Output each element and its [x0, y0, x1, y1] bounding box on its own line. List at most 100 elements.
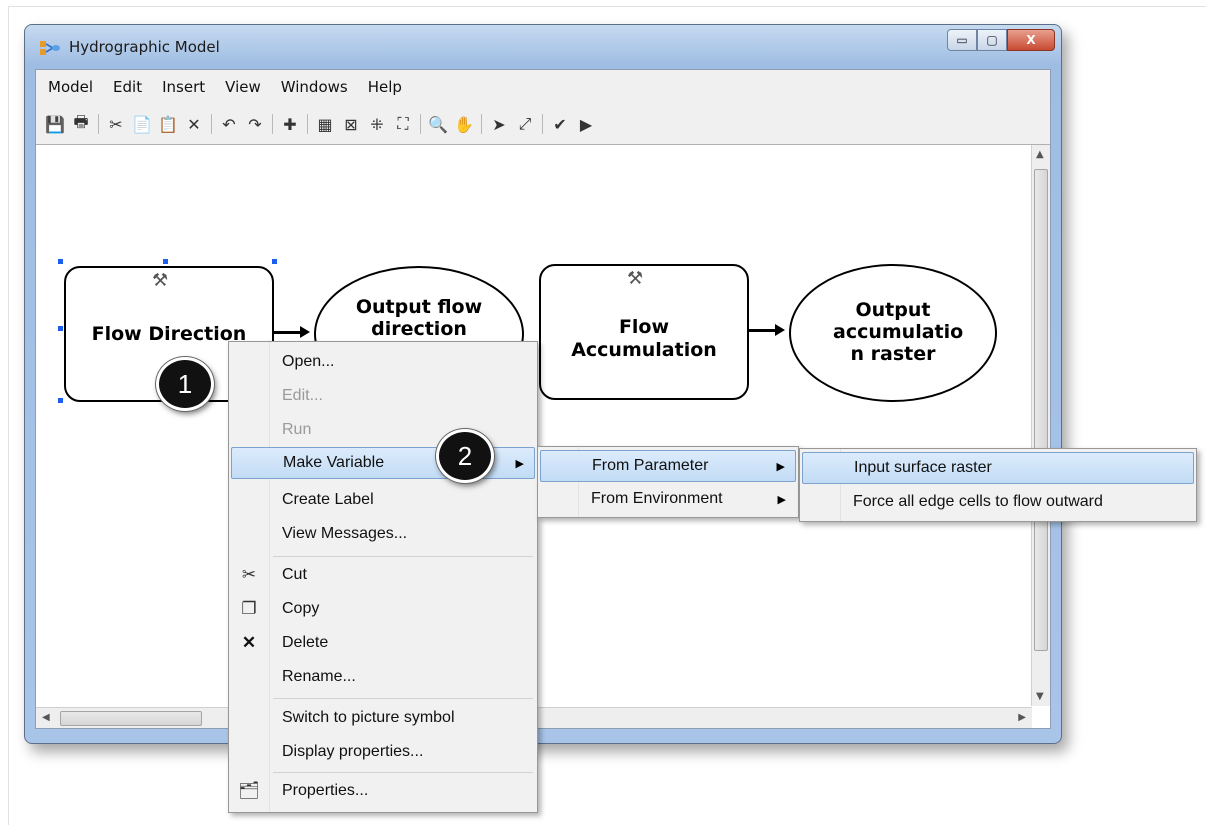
window-controls: ▭ ▢ X: [947, 29, 1055, 51]
fixed-zoom-out-icon[interactable]: ⛶: [392, 113, 414, 135]
menu-item-edit: Edit...: [231, 381, 535, 411]
menu-item-delete[interactable]: ✕ Delete: [231, 628, 535, 658]
selection-handle[interactable]: [58, 326, 63, 331]
auto-layout-icon[interactable]: ▦: [314, 113, 336, 135]
toolbar-separator: [307, 114, 308, 134]
scroll-right-icon[interactable]: ▶: [1018, 712, 1026, 723]
toolbar-separator: [542, 114, 543, 134]
toolbar-separator: [420, 114, 421, 134]
page-border-left: [8, 6, 9, 825]
menu-windows[interactable]: Windows: [281, 78, 348, 96]
undo-icon[interactable]: ↶: [218, 113, 240, 135]
model-canvas[interactable]: ▲ ▼ ◀ ▶: [36, 144, 1050, 728]
menu-item-label: Open...: [282, 353, 335, 370]
selection-handle[interactable]: [58, 398, 63, 403]
menu-insert[interactable]: Insert: [162, 78, 205, 96]
menu-item-input-surface-raster[interactable]: Input surface raster: [802, 452, 1194, 484]
scroll-down-icon[interactable]: ▼: [1036, 691, 1044, 702]
context-menu: Open... Edit... Run Make Variable ▶ Crea…: [228, 341, 538, 813]
submenu-from-parameter: Input surface raster Force all edge cell…: [799, 448, 1197, 522]
menu-item-label: Make Variable: [283, 454, 385, 471]
delete-icon[interactable]: ✕: [183, 113, 205, 135]
zoom-in-icon[interactable]: 🔍: [427, 113, 449, 135]
menu-edit[interactable]: Edit: [113, 78, 142, 96]
menu-item-label: Delete: [282, 634, 329, 651]
close-button[interactable]: X: [1007, 29, 1055, 51]
fixed-zoom-in-icon[interactable]: ⁜: [366, 113, 388, 135]
menu-item-copy[interactable]: ❐ Copy: [231, 594, 535, 624]
menu-separator: [273, 772, 533, 773]
callout-step-2: 2: [436, 429, 494, 483]
process-label: Flow Accumulation: [571, 316, 717, 361]
copy-icon: ❐: [241, 599, 257, 618]
toolbar: 💾 🖶 ✂ 📄 📋 ✕ ↶ ↷ ✚ ▦ ⊠ ⁜ ⛶ 🔍 ✋ ➤ ⤢ ✔ ▶: [36, 104, 1050, 144]
selection-handle[interactable]: [163, 259, 168, 264]
menu-item-from-parameter[interactable]: From Parameter ▶: [540, 450, 796, 482]
connector-line: [747, 329, 777, 332]
paste-icon[interactable]: 📋: [157, 113, 179, 135]
scroll-up-icon[interactable]: ▲: [1036, 149, 1044, 160]
print-icon[interactable]: 🖶: [70, 112, 92, 135]
menu-item-force-edge-cells[interactable]: Force all edge cells to flow outward: [802, 487, 1194, 517]
submenu-arrow-icon: ▶: [776, 460, 785, 473]
menu-item-label: Display properties...: [282, 743, 424, 760]
menu-item-create-label[interactable]: Create Label: [231, 485, 535, 515]
connector-arrow-icon: [300, 326, 310, 338]
maximize-button[interactable]: ▢: [977, 29, 1007, 51]
tool-hammer-icon: ⚒: [152, 270, 169, 291]
menu-item-label: From Parameter: [592, 457, 709, 474]
page-border-top: [8, 6, 1206, 7]
scroll-left-icon[interactable]: ◀: [42, 712, 50, 723]
window-title: Hydrographic Model: [69, 38, 220, 56]
pan-icon[interactable]: ✋: [453, 113, 475, 135]
menu-item-properties[interactable]: 🗂 Properties...: [231, 776, 535, 806]
connector-arrow-icon: [775, 324, 785, 336]
menu-item-label: Rename...: [282, 668, 356, 685]
data-label: Output accumulatio n raster: [833, 299, 964, 365]
copy-icon[interactable]: 📄: [131, 113, 153, 135]
menu-item-display-properties[interactable]: Display properties...: [231, 737, 535, 767]
toolbar-separator: [481, 114, 482, 134]
redo-icon[interactable]: ↷: [244, 113, 266, 135]
selection-handle[interactable]: [272, 259, 277, 264]
submenu-arrow-icon: ▶: [777, 493, 786, 506]
vertical-scrollbar[interactable]: ▲ ▼: [1031, 145, 1050, 706]
selection-handle[interactable]: [58, 259, 63, 264]
menu-item-view-messages[interactable]: View Messages...: [231, 519, 535, 549]
menu-separator: [273, 556, 533, 557]
vertical-scroll-thumb[interactable]: [1034, 169, 1048, 651]
cut-icon[interactable]: ✂: [105, 113, 127, 135]
process-flow-accumulation[interactable]: Flow Accumulation: [539, 264, 749, 400]
menu-help[interactable]: Help: [368, 78, 402, 96]
menu-view[interactable]: View: [225, 78, 261, 96]
select-icon[interactable]: ➤: [488, 113, 510, 135]
add-data-icon[interactable]: ✚: [279, 113, 301, 135]
menu-model[interactable]: Model: [48, 78, 93, 96]
run-icon[interactable]: ▶: [575, 113, 597, 135]
title-bar[interactable]: Hydrographic Model ▭ ▢ X: [25, 25, 1061, 69]
minimize-button[interactable]: ▭: [947, 29, 977, 51]
menu-item-label: From Environment: [591, 490, 723, 507]
menu-item-label: View Messages...: [282, 525, 408, 542]
save-icon[interactable]: 💾: [44, 113, 66, 135]
menu-item-label: Input surface raster: [854, 459, 992, 476]
menu-item-label: Edit...: [282, 387, 323, 404]
menu-item-switch-picture-symbol[interactable]: Switch to picture symbol: [231, 703, 535, 733]
connect-icon[interactable]: ⤢: [514, 113, 536, 135]
callout-step-1: 1: [156, 357, 214, 411]
menu-item-from-environment[interactable]: From Environment ▶: [540, 484, 796, 514]
full-extent-icon[interactable]: ⊠: [340, 113, 362, 135]
tool-hammer-icon: ⚒: [627, 268, 644, 289]
menu-item-cut[interactable]: ✂ Cut: [231, 560, 535, 590]
horizontal-scroll-thumb[interactable]: [60, 711, 202, 726]
menu-item-open[interactable]: Open...: [231, 347, 535, 377]
validate-icon[interactable]: ✔: [549, 113, 571, 135]
properties-icon: 🗂: [238, 781, 260, 800]
data-output-accumulation-raster[interactable]: Output accumulatio n raster: [789, 264, 997, 402]
menu-item-rename[interactable]: Rename...: [231, 662, 535, 692]
submenu-arrow-icon: ▶: [515, 457, 524, 470]
menu-item-label: Create Label: [282, 491, 374, 508]
delete-x-icon: ✕: [241, 633, 257, 652]
menu-item-label: Copy: [282, 600, 320, 617]
process-label: Flow Direction: [91, 322, 247, 345]
